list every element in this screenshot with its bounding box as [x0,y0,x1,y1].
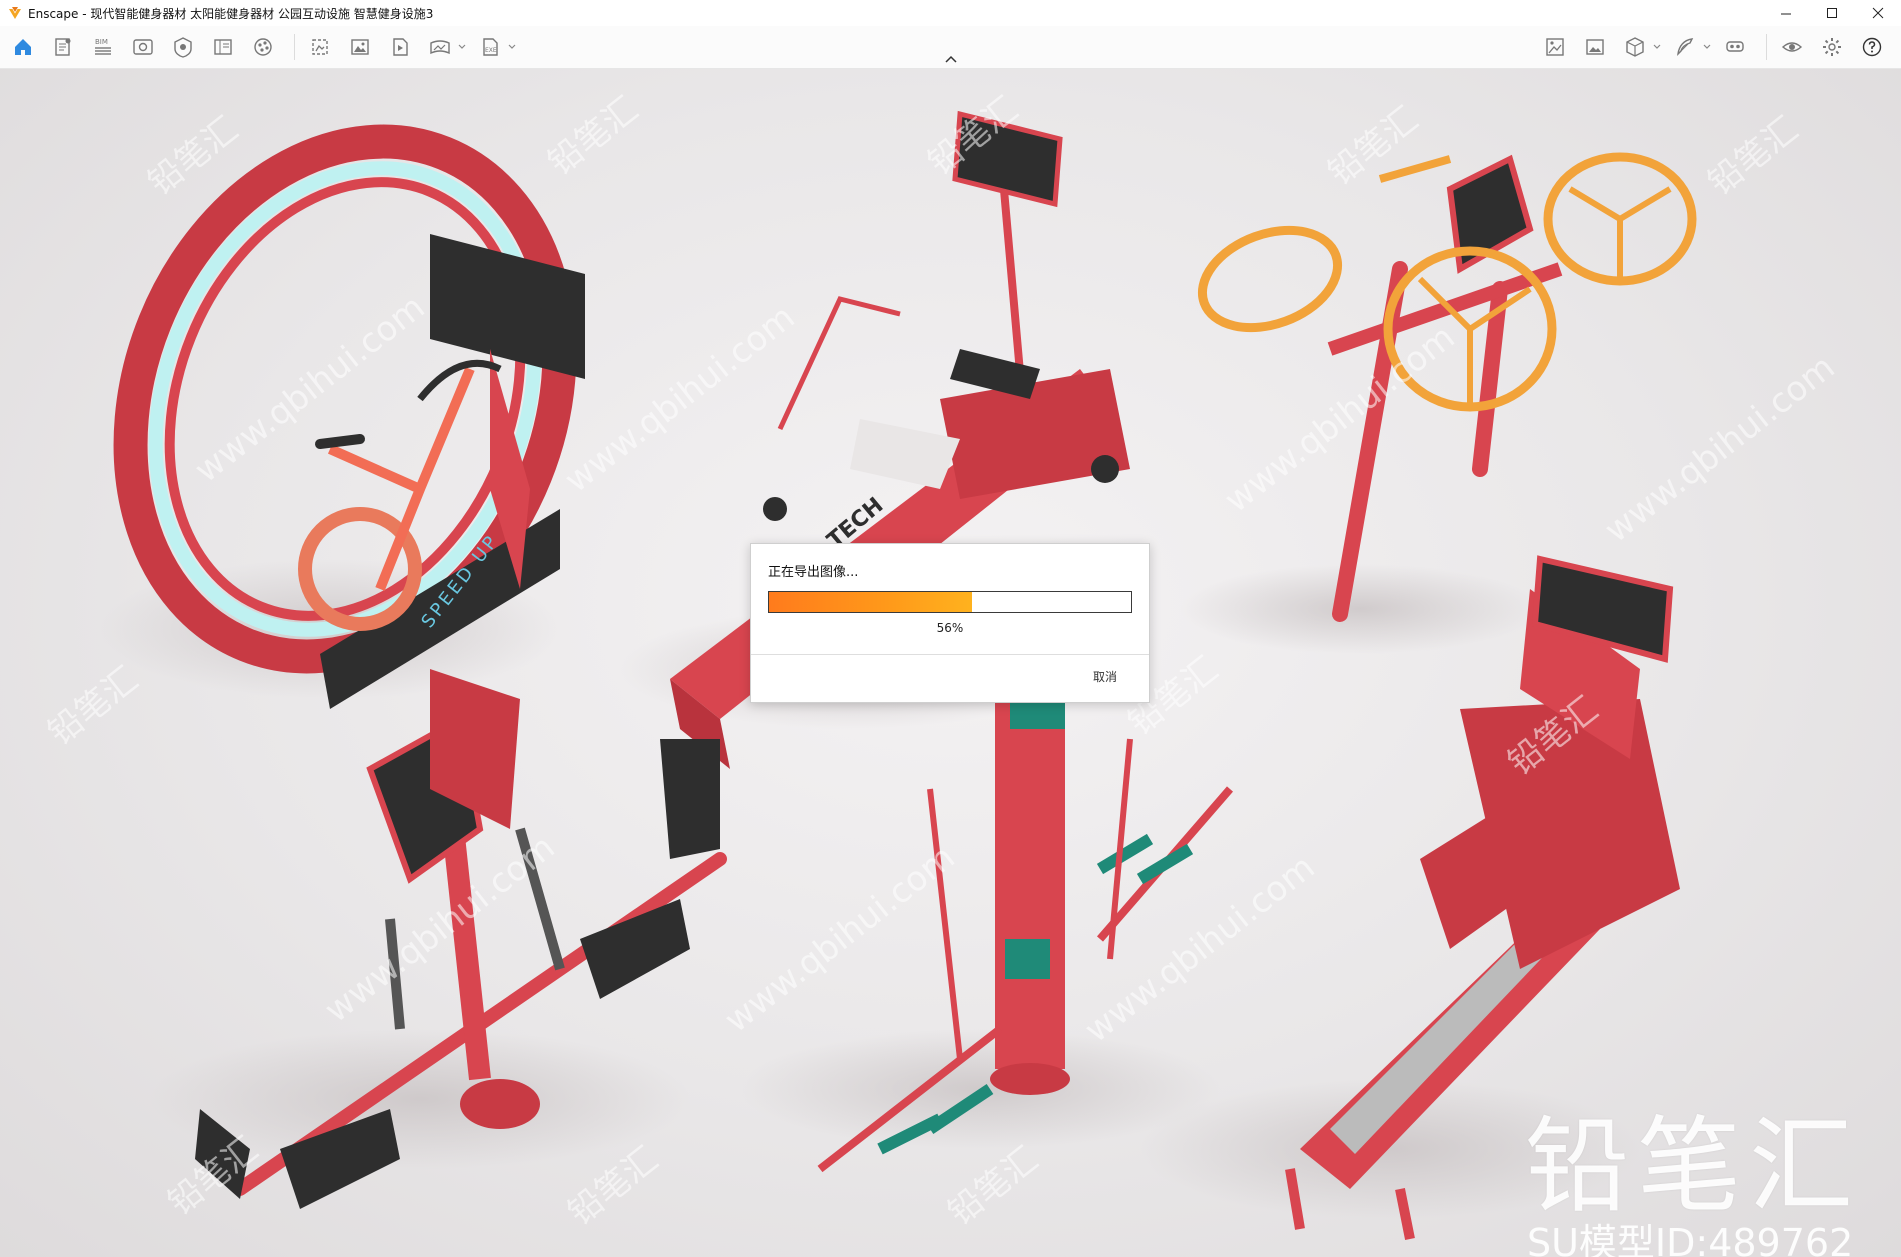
exe-label: EXE [485,47,497,54]
settings-icon [1823,38,1841,56]
batch-render-icon [312,39,328,55]
chevron-down-icon [1703,44,1711,49]
bim-button[interactable]: BIM [86,30,120,64]
panorama-dropdown[interactable] [457,30,467,64]
asset-library-button[interactable] [1538,30,1572,64]
chevron-up-icon [945,55,957,63]
minimize-icon [1781,13,1791,15]
chevron-down-icon [508,44,516,49]
chevron-down-icon [1653,44,1661,49]
maximize-icon [1827,8,1837,18]
eye-icon [1781,42,1803,52]
help-icon [1862,37,1882,57]
export-dropdown[interactable] [507,30,517,64]
progress-percent-label: 56% [936,621,964,635]
video-button[interactable] [383,30,417,64]
title-bar: Enscape - 现代智能健身器材 太阳能健身器材 公园互动设施 智慧健身设施… [0,0,1901,26]
gallery-button[interactable] [1578,30,1612,64]
export-progress-bar [768,591,1132,613]
video-icon [393,38,408,56]
materials-icon [254,38,272,56]
view-button[interactable] [126,30,160,64]
progress-fill [769,592,972,612]
materials-button[interactable] [246,30,280,64]
close-button[interactable] [1855,0,1901,26]
export-progress-dialog: 正在导出图像... 56% 取消 [750,543,1150,703]
close-icon [1872,7,1884,19]
feather-dropdown[interactable] [1702,30,1712,64]
panorama-icon [430,40,450,55]
settings-button[interactable] [1815,30,1849,64]
capture-button[interactable] [166,30,200,64]
home-button[interactable] [6,30,40,64]
capture-icon [174,37,192,58]
dialog-divider [751,654,1149,655]
toolbar-separator [1766,34,1767,60]
exe-export-button[interactable]: EXE [473,30,507,64]
bim-label: BIM [95,38,108,46]
vr-icon [1726,41,1744,52]
cube-icon [1626,37,1644,57]
model-id-watermark: SU模型ID:489762 [1527,1221,1854,1257]
book-icon [214,39,232,55]
exe-export-icon: EXE [483,38,498,56]
view-icon [133,39,153,55]
feather-icon [1677,38,1694,56]
screenshot-button[interactable] [343,30,377,64]
cube-dropdown[interactable] [1652,30,1662,64]
window-title: Enscape - 现代智能健身器材 太阳能健身器材 公园互动设施 智慧健身设施… [28,6,434,21]
gallery-icon [1586,39,1604,55]
cube-button[interactable] [1618,30,1652,64]
bim-icon: BIM [95,38,111,55]
batch-render-button[interactable] [303,30,337,64]
minimize-button[interactable] [1763,0,1809,26]
dialog-title: 正在导出图像... [768,565,859,580]
document-button[interactable] [46,30,80,64]
cancel-button[interactable]: 取消 [1093,668,1117,685]
image-icon [351,39,369,55]
asset-library-icon [1546,38,1564,56]
collapse-toolbar-button[interactable] [940,52,962,66]
home-icon [15,39,31,55]
help-button[interactable] [1855,30,1889,64]
vr-button[interactable] [1718,30,1752,64]
feather-button[interactable] [1668,30,1702,64]
panorama-button[interactable] [423,30,457,64]
enscape-logo-icon [9,7,21,19]
visibility-button[interactable] [1775,30,1809,64]
chevron-down-icon [458,44,466,49]
book-button[interactable] [206,30,240,64]
brand-watermark: 铅笔汇 [1525,1105,1862,1227]
toolbar-separator [294,34,295,60]
maximize-button[interactable] [1809,0,1855,26]
document-icon [55,38,71,56]
